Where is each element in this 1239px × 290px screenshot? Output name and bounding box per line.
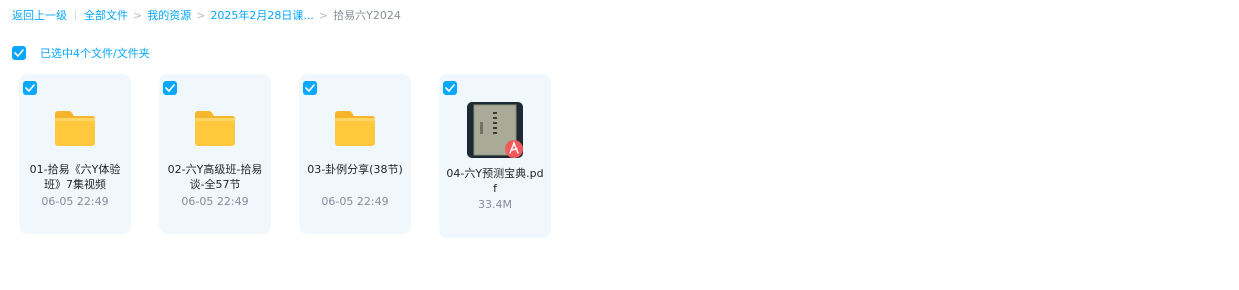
file-name: 01-拾易《六Y体验班》7集视频 xyxy=(29,163,121,191)
file-checkbox[interactable] xyxy=(163,81,177,95)
file-name: 04-六Y预测宝典.pdf xyxy=(446,167,544,195)
file-date: 06-05 22:49 xyxy=(321,195,389,208)
checkmark-icon xyxy=(165,84,175,92)
file-card-folder-03[interactable]: 03-卦例分享(38节) 06-05 22:49 xyxy=(299,74,411,234)
folder-icon xyxy=(195,111,235,146)
breadcrumb: 返回上一级 全部文件 > 我的资源 > 2025年2月28日课... > 拾易六… xyxy=(12,6,401,24)
file-name: 02-六Y高级班-拾易谈-全57节 xyxy=(167,163,263,191)
breadcrumb-item-all-files[interactable]: 全部文件 xyxy=(84,7,128,23)
chevron-right-icon: > xyxy=(196,8,206,22)
back-link[interactable]: 返回上一级 xyxy=(12,7,67,23)
select-all-checkbox[interactable] xyxy=(12,46,26,60)
file-checkbox[interactable] xyxy=(303,81,317,95)
file-card-pdf-04[interactable]: 04-六Y预测宝典.pdf 33.4M xyxy=(439,74,551,238)
file-card-folder-01[interactable]: 01-拾易《六Y体验班》7集视频 06-05 22:49 xyxy=(19,74,131,234)
breadcrumb-item-my-resources[interactable]: 我的资源 xyxy=(147,7,191,23)
file-checkbox[interactable] xyxy=(23,81,37,95)
chevron-right-icon: > xyxy=(318,8,329,22)
file-date: 06-05 22:49 xyxy=(41,195,109,208)
checkmark-icon xyxy=(305,84,315,92)
checkmark-icon xyxy=(25,84,35,92)
folder-icon xyxy=(55,111,95,146)
file-checkbox[interactable] xyxy=(443,81,457,95)
breadcrumb-item-course-folder[interactable]: 2025年2月28日课... xyxy=(210,7,313,23)
breadcrumb-divider xyxy=(75,9,76,21)
folder-icon xyxy=(335,111,375,146)
file-card-folder-02[interactable]: 02-六Y高级班-拾易谈-全57节 06-05 22:49 xyxy=(159,74,271,234)
checkmark-icon xyxy=(14,49,24,57)
checkmark-icon xyxy=(445,84,455,92)
selection-bar: 已选中4个文件/文件夹 xyxy=(12,45,150,61)
file-date: 06-05 22:49 xyxy=(181,195,249,208)
selection-count: 已选中4个文件/文件夹 xyxy=(40,47,150,60)
file-name: 03-卦例分享(38节) xyxy=(307,163,403,176)
chevron-right-icon: > xyxy=(133,8,143,22)
pdf-file-icon xyxy=(467,102,523,158)
breadcrumb-current: 拾易六Y2024 xyxy=(333,9,401,22)
file-size: 33.4M xyxy=(478,198,512,211)
